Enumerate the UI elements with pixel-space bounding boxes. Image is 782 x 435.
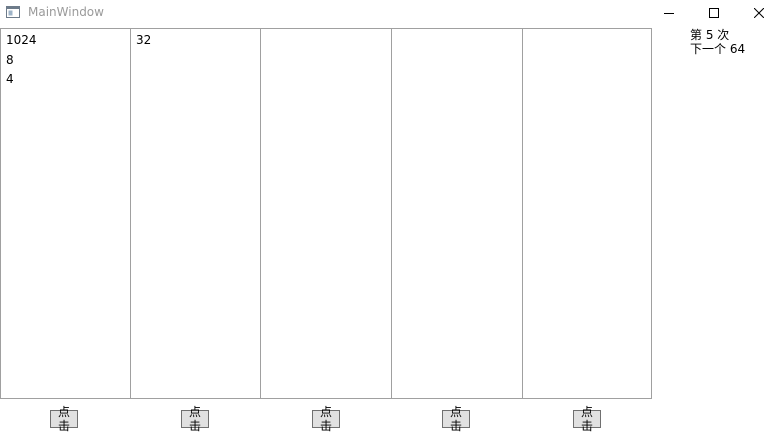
number-list-panel-1[interactable]: 1024 8 4 <box>0 28 131 399</box>
title-bar[interactable]: MainWindow <box>0 0 782 26</box>
close-icon <box>754 8 764 18</box>
maximize-icon <box>709 8 719 18</box>
click-button-4[interactable]: 点击 <box>442 405 470 433</box>
click-button-3[interactable]: 点击 <box>312 405 340 433</box>
list-item: 4 <box>6 72 14 86</box>
minimize-icon <box>664 8 674 18</box>
click-button-1[interactable]: 点击 <box>50 405 78 433</box>
round-count-label: 第 5 次 <box>690 28 730 42</box>
close-button[interactable] <box>736 0 782 26</box>
status-info: 第 5 次 下一个 64 <box>690 28 745 56</box>
window-app-icon <box>6 6 20 18</box>
list-item: 1024 <box>6 33 37 47</box>
click-button-2[interactable]: 点击 <box>181 405 209 433</box>
minimize-button[interactable] <box>646 0 692 26</box>
click-button-5[interactable]: 点击 <box>573 405 601 433</box>
window-title: MainWindow <box>28 5 104 19</box>
list-item: 8 <box>6 52 14 67</box>
next-value-label: 下一个 64 <box>690 42 746 56</box>
list-item: 32 <box>136 33 152 47</box>
number-list-panel-3[interactable] <box>260 28 392 399</box>
number-list-panel-2[interactable]: 32 <box>130 28 261 399</box>
maximize-button[interactable] <box>691 0 737 26</box>
number-list-panel-4[interactable] <box>391 28 523 399</box>
number-list-panel-5[interactable] <box>522 28 652 399</box>
